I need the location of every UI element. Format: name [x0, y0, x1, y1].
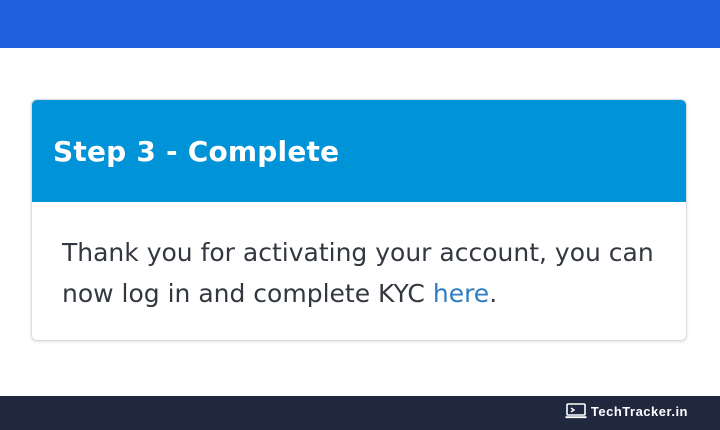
card-message-end: . [489, 279, 498, 308]
watermark: TechTracker.in [565, 403, 688, 419]
watermark-text: TechTracker.in [590, 403, 688, 419]
status-card: Step 3 - Complete Thank you for activati… [31, 99, 687, 341]
card-message-text: Thank you for activating your account, y… [62, 238, 654, 308]
kyc-link[interactable]: here [433, 279, 489, 308]
card-message: Thank you for activating your account, y… [32, 202, 686, 314]
card-header: Step 3 - Complete [32, 100, 686, 202]
laptop-icon [565, 403, 587, 419]
top-bar [0, 0, 720, 48]
footer-bar: TechTracker.in [0, 396, 720, 430]
card-title: Step 3 - Complete [53, 134, 340, 168]
